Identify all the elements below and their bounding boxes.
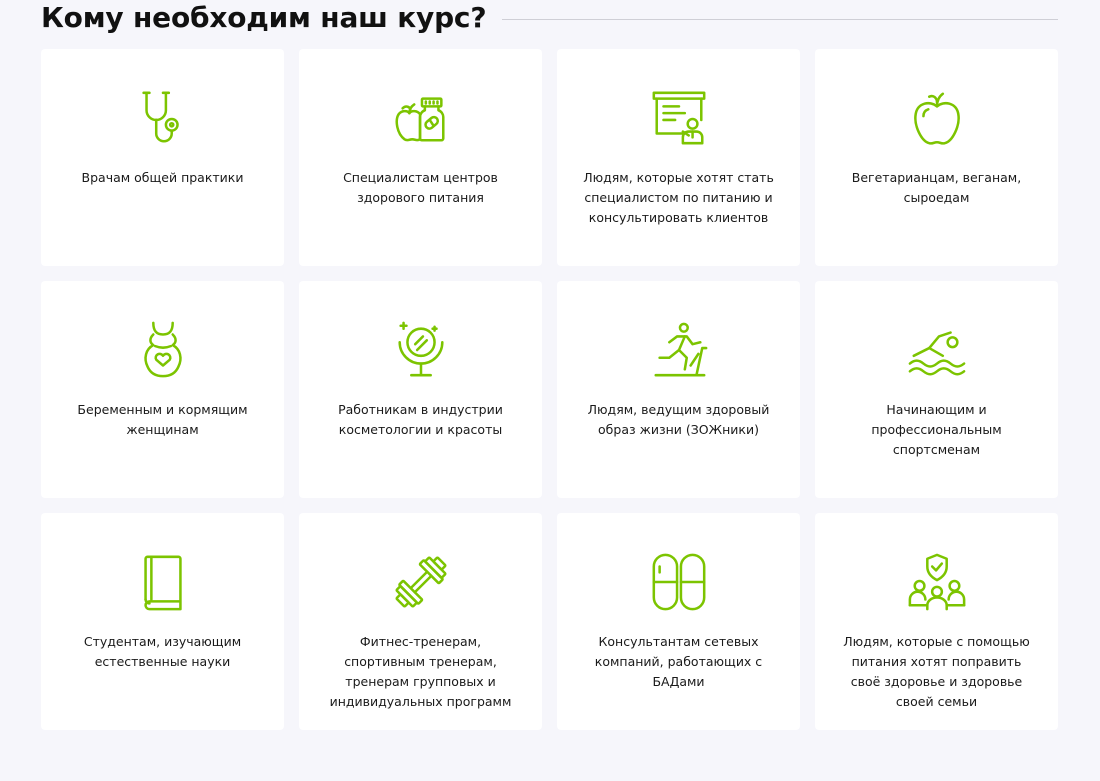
apple-icon <box>906 87 968 149</box>
apple-and-pill-jar-icon <box>390 87 452 149</box>
audience-card-text: Вегетарианцам, веганам, сыроедам <box>851 170 1022 205</box>
audience-card-text: Начинающим и профессиональным спортсмена… <box>871 402 1002 457</box>
audience-card-text: Беременным и кормящим женщинам <box>77 402 248 437</box>
book-icon <box>132 551 194 613</box>
audience-card-pregnant-women: Беременным и кормящим женщинам <box>41 281 284 498</box>
audience-card-text: Работникам в индустрии косметологии и кр… <box>338 402 503 437</box>
audience-card-general-practitioners: Врачам общей практики <box>41 49 284 266</box>
audience-card-text: Людям, которые с помощью питания хотят п… <box>843 634 1030 709</box>
page: Кому необходим наш курс? Врачам общей пр… <box>0 0 1100 781</box>
audience-card-vegetarians: Вегетарианцам, веганам, сыроедам <box>815 49 1058 266</box>
audience-card-family-health: Людям, которые с помощью питания хотят п… <box>815 513 1058 730</box>
audience-card-science-students: Студентам, изучающим естественные науки <box>41 513 284 730</box>
presenter-board-icon <box>648 87 710 149</box>
running-person-icon <box>648 319 710 381</box>
family-shield-icon <box>906 551 968 613</box>
dumbbell-icon <box>390 551 452 613</box>
audience-card-fitness-trainers: Фитнес-тренерам, спортивным тренерам, тр… <box>299 513 542 730</box>
audience-grid: Врачам общей практики Специалистам центр… <box>41 49 1058 730</box>
audience-card-nutrition-specialists: Людям, которые хотят стать специалистом … <box>557 49 800 266</box>
audience-card-text: Людям, ведущим здоровый образ жизни (ЗОЖ… <box>587 402 770 437</box>
audience-card-text: Врачам общей практики <box>81 170 244 185</box>
title-divider <box>502 18 1058 20</box>
cosmetic-mirror-icon <box>390 319 452 381</box>
audience-card-text: Людям, которые хотят стать специалистом … <box>583 170 774 225</box>
audience-card-text: Консультантам сетевых компаний, работающ… <box>594 634 763 689</box>
swimmer-icon <box>906 319 968 381</box>
audience-card-text: Специалистам центров здорового питания <box>343 170 498 205</box>
capsules-icon <box>648 551 710 613</box>
section-title: Кому необходим наш курс? <box>41 1 487 34</box>
audience-card-text: Фитнес-тренерам, спортивным тренерам, тр… <box>329 634 512 709</box>
section-header: Кому необходим наш курс? <box>41 0 1058 36</box>
audience-card-athletes: Начинающим и профессиональным спортсмена… <box>815 281 1058 498</box>
audience-card-text: Студентам, изучающим естественные науки <box>83 634 242 669</box>
pregnant-woman-icon <box>132 319 194 381</box>
stethoscope-icon <box>132 87 194 149</box>
audience-card-cosmetology-workers: Работникам в индустрии косметологии и кр… <box>299 281 542 498</box>
audience-card-network-consultants: Консультантам сетевых компаний, работающ… <box>557 513 800 730</box>
audience-card-healthy-food-centers: Специалистам центров здорового питания <box>299 49 542 266</box>
audience-card-healthy-lifestyle: Людям, ведущим здоровый образ жизни (ЗОЖ… <box>557 281 800 498</box>
